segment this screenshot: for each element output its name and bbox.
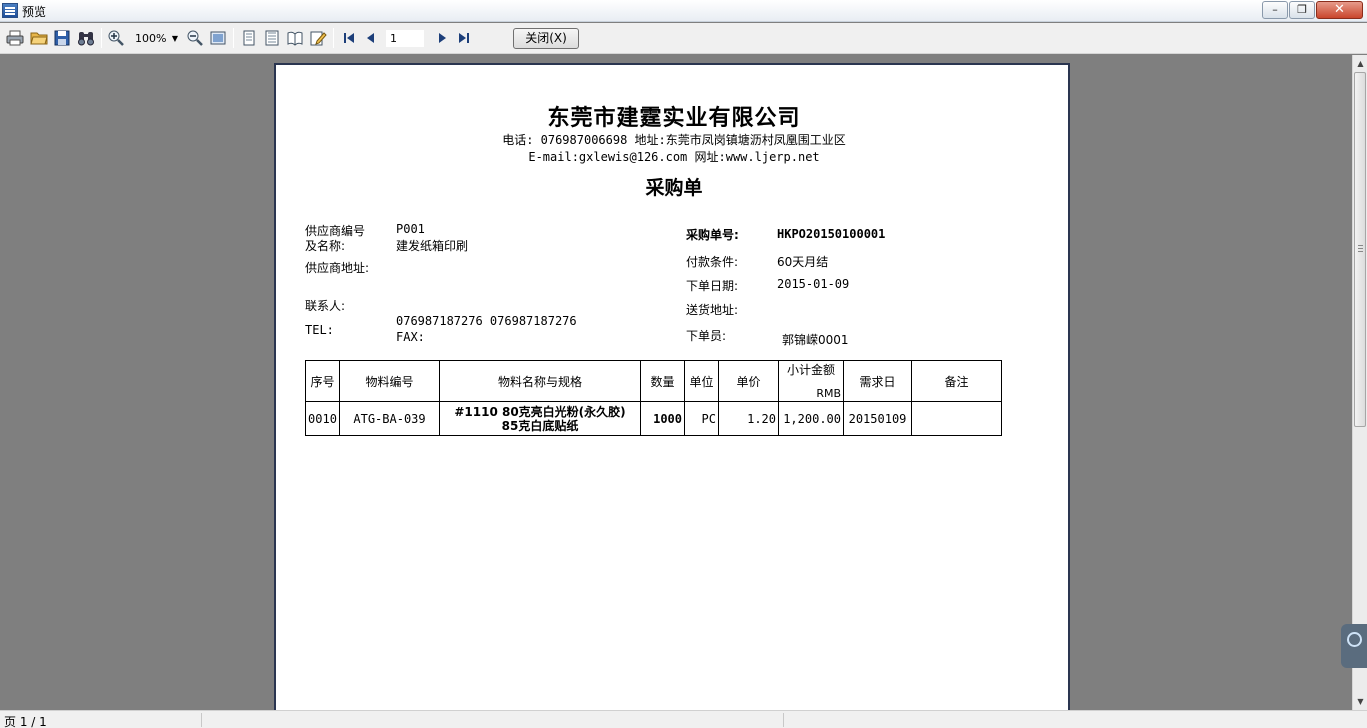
app-icon (2, 3, 18, 18)
last-page-icon[interactable] (455, 29, 473, 47)
cell-seq: 0010 (305, 401, 340, 436)
save-icon[interactable] (53, 29, 71, 47)
payment-terms-label: 付款条件: (686, 255, 739, 269)
header-amount-label: 小计金额 (786, 363, 835, 377)
chevron-down-icon: ▼ (171, 34, 178, 43)
remote-icon (1347, 632, 1362, 647)
header-seq: 序号 (305, 360, 340, 402)
close-button[interactable]: 关闭(X) (513, 28, 579, 49)
status-divider (783, 713, 784, 727)
window-title: 预览 (22, 5, 47, 19)
book-icon[interactable] (286, 29, 304, 47)
first-page-icon[interactable] (340, 29, 358, 47)
company-contact: 电话: 076987006698 地址:东莞市凤岗镇塘沥村凤凰围工业区 (502, 133, 846, 147)
supplier-name-label: 及名称: (305, 239, 346, 253)
maximize-button[interactable]: ❐ (1289, 1, 1315, 19)
supplier-code: P001 (396, 222, 425, 236)
orderer-label: 下单员: (686, 329, 727, 343)
header-qty: 数量 (640, 360, 685, 402)
previous-page-icon[interactable] (362, 29, 380, 47)
zoom-in-icon[interactable] (107, 29, 125, 47)
header-amount: 小计金额 RMB (778, 360, 844, 402)
document-title: 采购单 (645, 177, 703, 199)
side-widget[interactable] (1341, 624, 1367, 668)
fit-page-icon[interactable] (209, 29, 227, 47)
next-page-icon[interactable] (433, 29, 451, 47)
scroll-down-icon[interactable]: ▼ (1353, 693, 1367, 710)
header-price: 单价 (718, 360, 779, 402)
delivery-address-label: 送货地址: (686, 303, 739, 317)
cell-code: ATG-BA-039 (339, 401, 440, 436)
header-currency: RMB (816, 387, 841, 400)
zoom-select[interactable]: 100% ▼ (132, 30, 180, 48)
header-unit: 单位 (684, 360, 719, 402)
header-name: 物料名称与规格 (439, 360, 641, 402)
single-page-icon[interactable] (240, 29, 258, 47)
fax-label: FAX: (396, 330, 425, 344)
cell-price: 1.20 (718, 401, 779, 436)
status-divider (201, 713, 202, 727)
contact-label: 联系人: (305, 299, 346, 313)
close-window-button[interactable]: ✕ (1316, 1, 1363, 19)
table-row: 0010 ATG-BA-039 #1110 80克亮白光粉(永久胶) 85克白底… (305, 401, 1002, 436)
zoom-value: 100% (135, 32, 167, 45)
separator (333, 28, 334, 48)
vertical-scrollbar[interactable]: ▲ ▼ (1352, 55, 1367, 710)
find-icon[interactable] (77, 29, 95, 47)
cell-name-line1: #1110 80克亮白光粉(永久胶) (454, 404, 626, 419)
company-name: 东莞市建霆实业有限公司 (547, 105, 801, 131)
page-number-input[interactable]: 1 (385, 29, 425, 48)
toolbar: 100% ▼ 1 关闭(X) (0, 23, 1367, 54)
zoom-out-icon[interactable] (186, 29, 204, 47)
tel-value: 076987187276 076987187276 (396, 314, 577, 328)
orderer: 郭锦嵘0001 (782, 333, 849, 347)
cell-name-line2: 85克白底贴纸 (501, 418, 579, 433)
order-date-label: 下单日期: (686, 279, 739, 293)
report-page: 东莞市建霆实业有限公司 电话: 076987006698 地址:东莞市凤岗镇塘沥… (274, 63, 1070, 710)
header-due: 需求日 (843, 360, 912, 402)
cell-due: 20150109 (843, 401, 912, 436)
cell-qty: 1000 (640, 401, 685, 436)
header-code: 物料编号 (339, 360, 440, 402)
title-bar: 预览 – ❐ ✕ (0, 0, 1367, 22)
tel-label: TEL: (305, 323, 334, 337)
payment-terms: 60天月结 (777, 255, 829, 269)
order-date: 2015-01-09 (777, 277, 850, 291)
items-table: 序号 物料编号 物料名称与规格 数量 单位 单价 小计金额 RMB 需求日 备注… (305, 360, 1002, 436)
supplier-address-label: 供应商地址: (305, 261, 370, 275)
po-number-label: 采购单号: (686, 228, 739, 242)
cell-name: #1110 80克亮白光粉(永久胶) 85克白底贴纸 (439, 401, 641, 436)
multi-page-icon[interactable] (263, 29, 281, 47)
cell-amount: 1,200.00 (778, 401, 844, 436)
scroll-thumb[interactable] (1354, 72, 1366, 427)
print-icon[interactable] (6, 29, 24, 47)
cell-note (911, 401, 1002, 436)
open-folder-icon[interactable] (30, 29, 48, 47)
separator (233, 28, 234, 48)
header-note: 备注 (911, 360, 1002, 402)
table-header-row: 序号 物料编号 物料名称与规格 数量 单位 单价 小计金额 RMB 需求日 备注 (305, 360, 1002, 402)
company-web: E-mail:gxlewis@126.com 网址:www.ljerp.net (528, 150, 820, 164)
scroll-up-icon[interactable]: ▲ (1353, 55, 1367, 72)
supplier-name: 建发纸箱印刷 (396, 239, 469, 253)
po-number: HKPO20150100001 (777, 227, 886, 241)
separator (101, 28, 102, 48)
edit-page-icon[interactable] (309, 29, 327, 47)
minimize-button[interactable]: – (1262, 1, 1288, 19)
preview-area[interactable]: 东莞市建霆实业有限公司 电话: 076987006698 地址:东莞市凤岗镇塘沥… (0, 55, 1352, 710)
cell-unit: PC (684, 401, 719, 436)
status-bar: 页 1 / 1 (0, 710, 1367, 728)
page-indicator: 页 1 / 1 (4, 715, 47, 728)
grip-icon (1358, 245, 1363, 252)
